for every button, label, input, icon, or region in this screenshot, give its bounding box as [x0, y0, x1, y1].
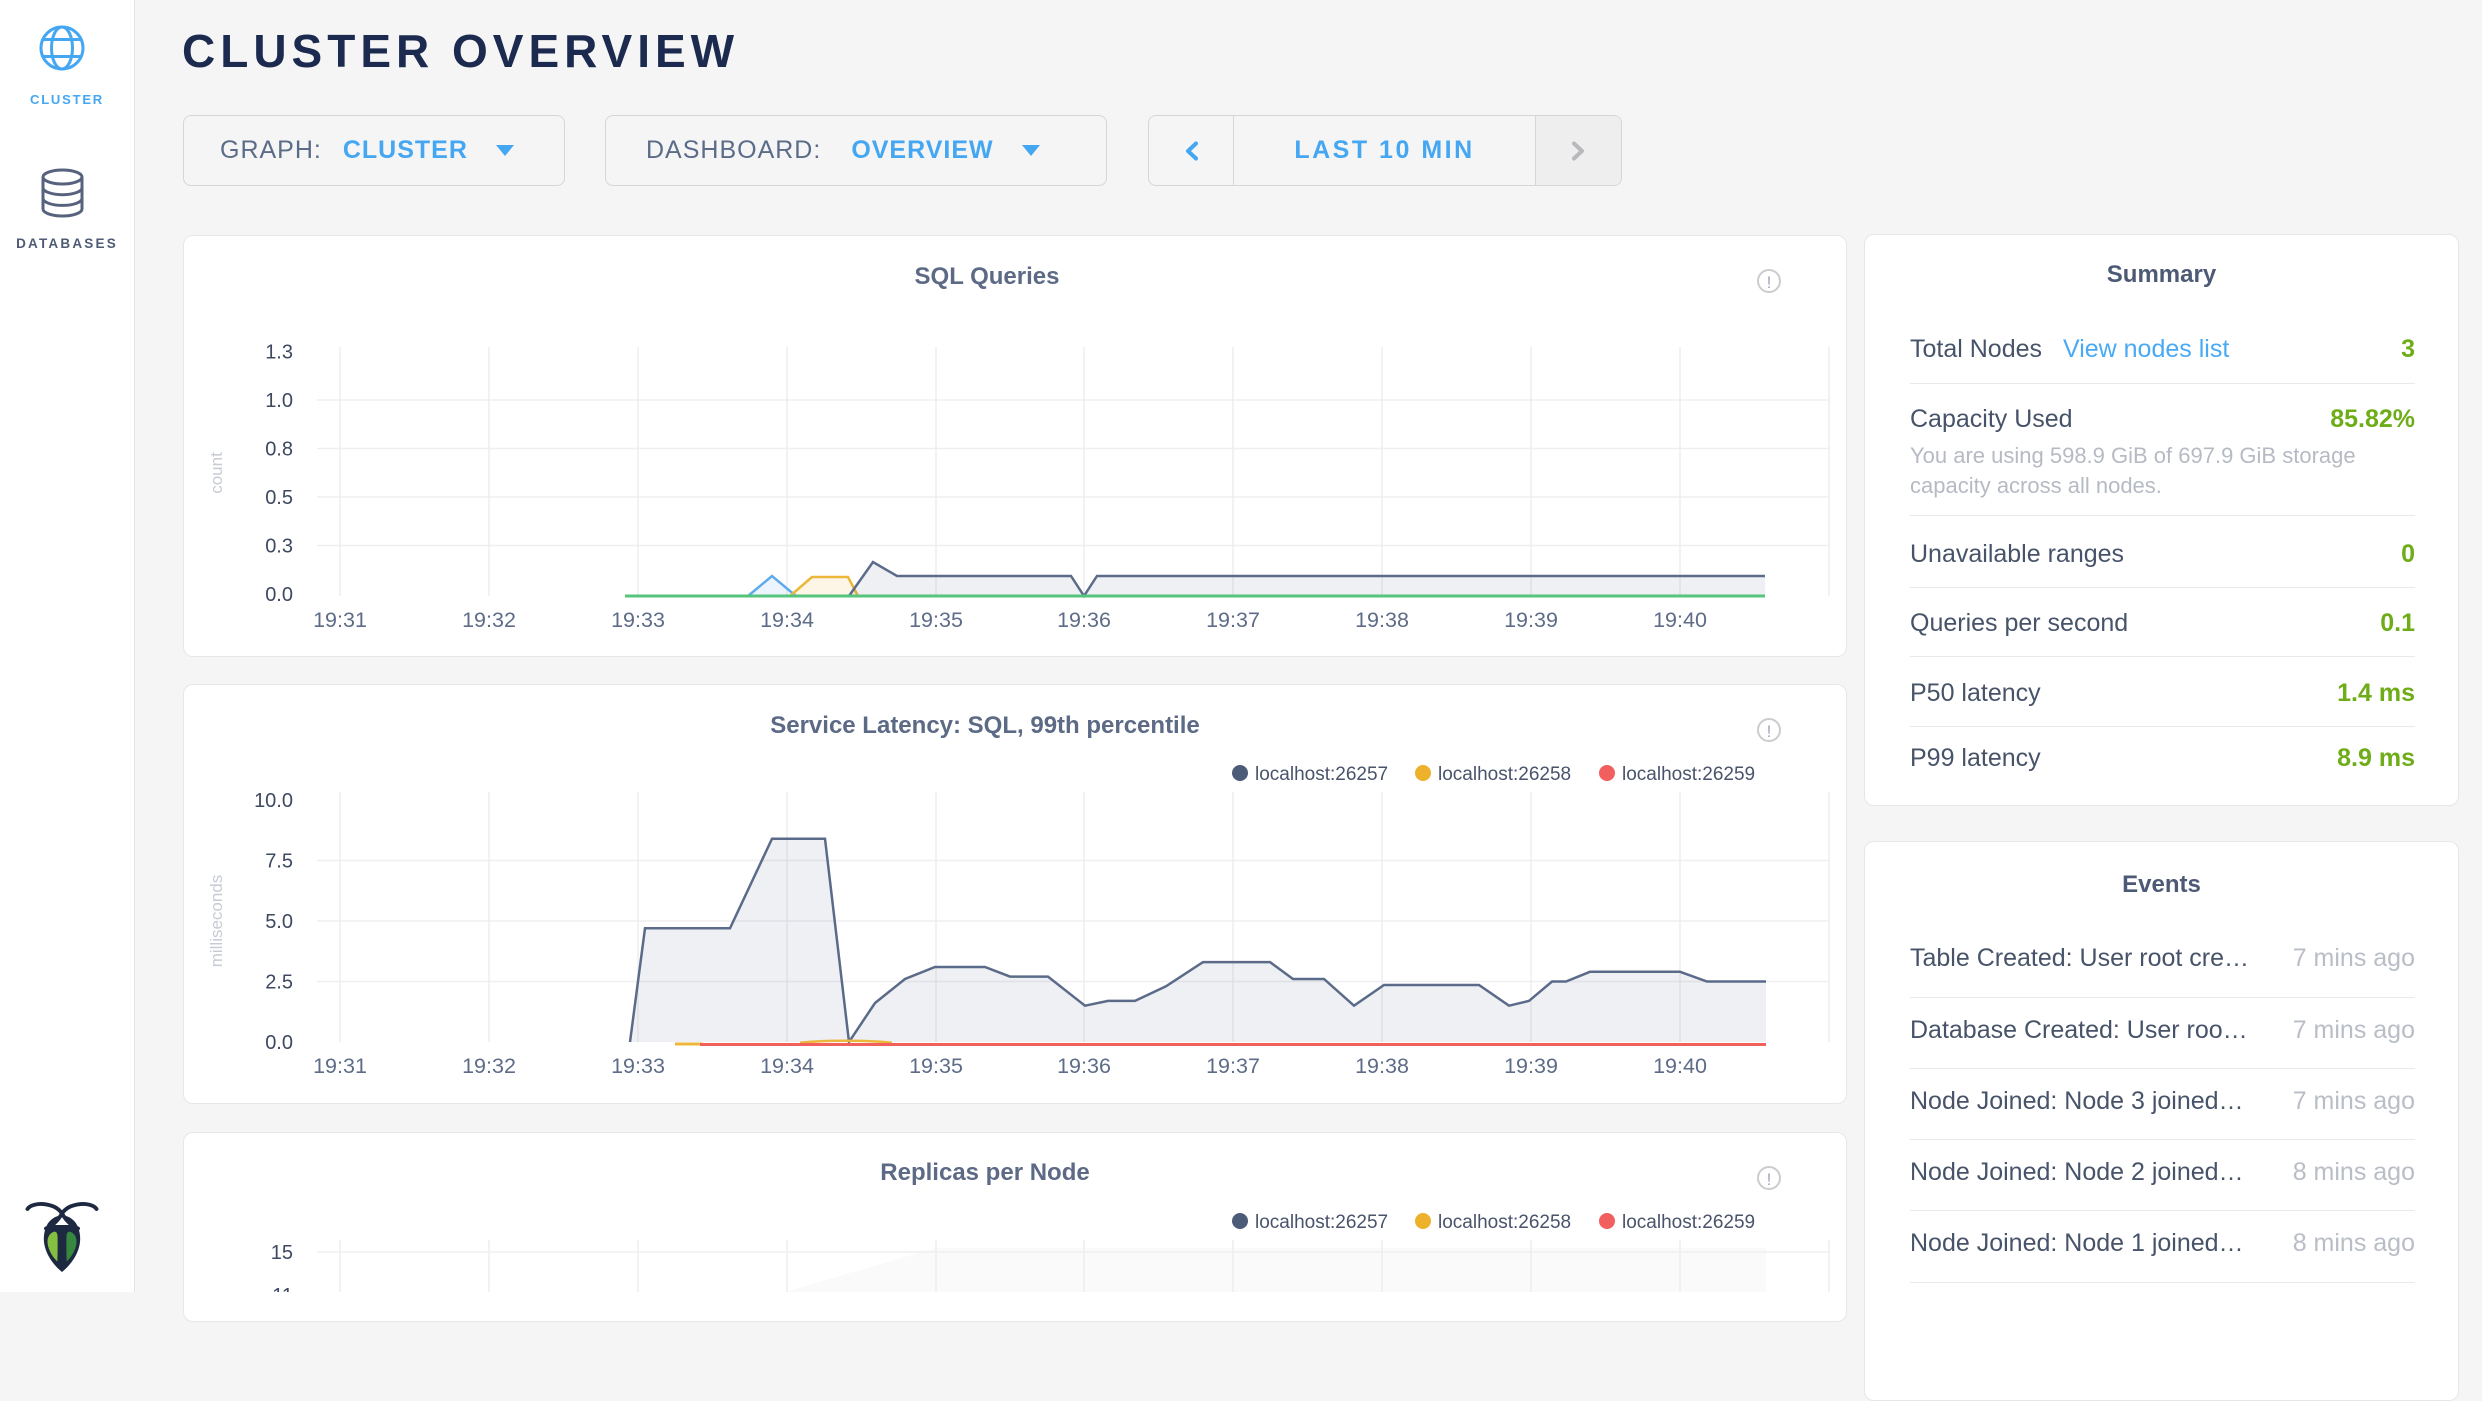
svg-text:!: !: [1767, 1170, 1772, 1189]
svg-text:19:37: 19:37: [1206, 608, 1260, 632]
svg-text:0.3: 0.3: [265, 536, 293, 558]
svg-text:7.5: 7.5: [265, 851, 293, 873]
svg-text:19:31: 19:31: [313, 1054, 367, 1078]
svg-text:19:40: 19:40: [1653, 608, 1707, 632]
svg-text:19:34: 19:34: [760, 1054, 814, 1078]
svg-text:Replicas per Node: Replicas per Node: [880, 1159, 1089, 1186]
svg-text:localhost:26257: localhost:26257: [1255, 1212, 1388, 1233]
svg-text:0.5: 0.5: [265, 487, 293, 509]
svg-text:19:33: 19:33: [611, 1054, 665, 1078]
svg-text:19:32: 19:32: [462, 1054, 516, 1078]
svg-text:1.3: 1.3: [265, 342, 293, 364]
svg-text:19:35: 19:35: [909, 608, 963, 632]
svg-text:localhost:26258: localhost:26258: [1438, 764, 1571, 785]
svg-text:1.0: 1.0: [265, 390, 293, 412]
svg-text:19:36: 19:36: [1057, 608, 1111, 632]
svg-text:19:33: 19:33: [611, 608, 665, 632]
svg-text:0.8: 0.8: [265, 439, 293, 461]
svg-text:19:38: 19:38: [1355, 608, 1409, 632]
svg-text:15: 15: [271, 1242, 293, 1264]
svg-text:19:37: 19:37: [1206, 1054, 1260, 1078]
svg-text:19:39: 19:39: [1504, 608, 1558, 632]
svg-text:19:36: 19:36: [1057, 1054, 1111, 1078]
svg-text:19:31: 19:31: [313, 608, 367, 632]
svg-text:0.0: 0.0: [265, 1032, 293, 1054]
svg-text:localhost:26258: localhost:26258: [1438, 1212, 1571, 1233]
svg-text:localhost:26259: localhost:26259: [1622, 1212, 1755, 1233]
svg-text:2.5: 2.5: [265, 972, 293, 994]
svg-text:milliseconds: milliseconds: [207, 875, 226, 968]
svg-text:!: !: [1767, 273, 1772, 292]
svg-text:5.0: 5.0: [265, 911, 293, 933]
svg-text:localhost:26257: localhost:26257: [1255, 764, 1388, 785]
svg-text:19:38: 19:38: [1355, 1054, 1409, 1078]
svg-text:11: 11: [272, 1285, 293, 1292]
svg-text:19:34: 19:34: [760, 608, 814, 632]
svg-text:19:32: 19:32: [462, 608, 516, 632]
svg-text:count: count: [207, 452, 226, 494]
svg-text:19:39: 19:39: [1504, 1054, 1558, 1078]
svg-text:Service Latency: SQL, 99th per: Service Latency: SQL, 99th percentile: [770, 712, 1200, 739]
svg-text:!: !: [1767, 722, 1772, 741]
svg-text:0.0: 0.0: [265, 584, 293, 606]
svg-text:SQL Queries: SQL Queries: [915, 263, 1060, 290]
svg-text:localhost:26259: localhost:26259: [1622, 764, 1755, 785]
svg-text:19:35: 19:35: [909, 1054, 963, 1078]
svg-text:10.0: 10.0: [254, 790, 293, 812]
svg-text:19:40: 19:40: [1653, 1054, 1707, 1078]
